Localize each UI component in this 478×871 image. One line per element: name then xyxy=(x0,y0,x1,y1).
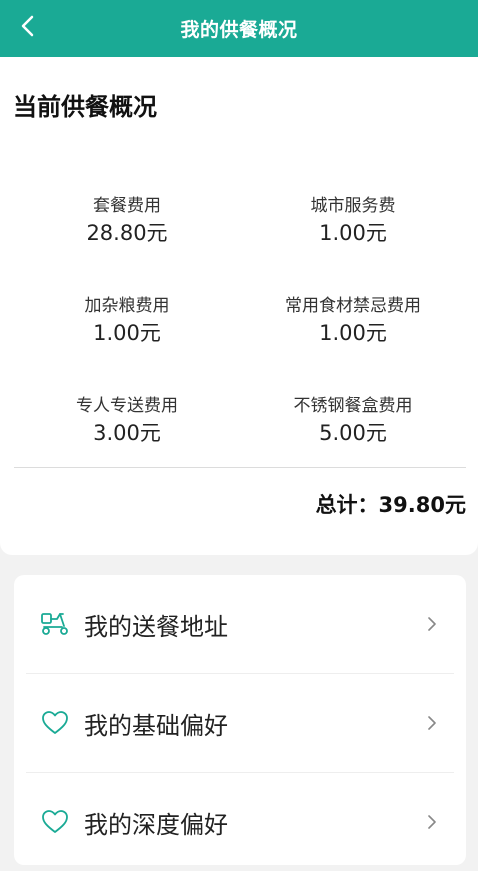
heart-icon xyxy=(40,807,70,837)
fee-label: 常用食材禁忌费用 xyxy=(285,296,421,316)
divider xyxy=(14,467,466,468)
menu-item-deep-preferences[interactable]: 我的深度偏好 xyxy=(14,773,466,871)
fee-value: 3.00元 xyxy=(93,421,161,445)
menu-item-basic-preferences[interactable]: 我的基础偏好 xyxy=(14,674,466,772)
menu-item-label: 我的基础偏好 xyxy=(84,711,228,740)
fee-item: 城市服务费 1.00元 xyxy=(240,195,466,248)
fee-label: 不锈钢餐盒费用 xyxy=(293,396,413,416)
fee-value: 1.00元 xyxy=(319,321,387,345)
fee-item: 不锈钢餐盒费用 5.00元 xyxy=(240,395,466,448)
fee-value: 1.00元 xyxy=(93,321,161,345)
fee-label: 专人专送费用 xyxy=(76,396,178,416)
fee-label: 城市服务费 xyxy=(310,196,396,216)
back-button[interactable] xyxy=(14,12,42,40)
chevron-right-icon xyxy=(426,616,438,632)
fee-label: 加杂粮费用 xyxy=(84,296,170,316)
chevron-right-icon xyxy=(426,814,438,830)
fee-value: 5.00元 xyxy=(319,421,387,445)
chevron-left-icon xyxy=(21,15,34,37)
chevron-right-icon xyxy=(426,715,438,731)
section-title: 当前供餐概况 xyxy=(13,93,157,121)
top-bar: 我的供餐概况 xyxy=(0,0,478,57)
menu-card: 我的送餐地址 我的基础偏好 我的深度偏好 xyxy=(14,575,466,865)
fee-label: 套餐费用 xyxy=(93,196,161,216)
fee-value: 1.00元 xyxy=(319,221,387,245)
menu-item-delivery-address[interactable]: 我的送餐地址 xyxy=(14,575,466,673)
fee-value: 28.80元 xyxy=(86,221,168,245)
total-amount: 总计：39.80元 xyxy=(315,493,466,517)
fee-item: 专人专送费用 3.00元 xyxy=(14,395,240,448)
fee-item: 常用食材禁忌费用 1.00元 xyxy=(240,295,466,348)
page-title: 我的供餐概况 xyxy=(180,19,298,41)
menu-item-label: 我的深度偏好 xyxy=(84,810,228,839)
menu-item-label: 我的送餐地址 xyxy=(84,612,228,641)
delivery-scooter-icon xyxy=(40,609,70,639)
summary-card: 当前供餐概况 套餐费用 28.80元 城市服务费 1.00元 加杂粮费用 1.0… xyxy=(0,57,478,555)
fee-item: 套餐费用 28.80元 xyxy=(14,195,240,248)
heart-icon xyxy=(40,708,70,738)
fee-item: 加杂粮费用 1.00元 xyxy=(14,295,240,348)
